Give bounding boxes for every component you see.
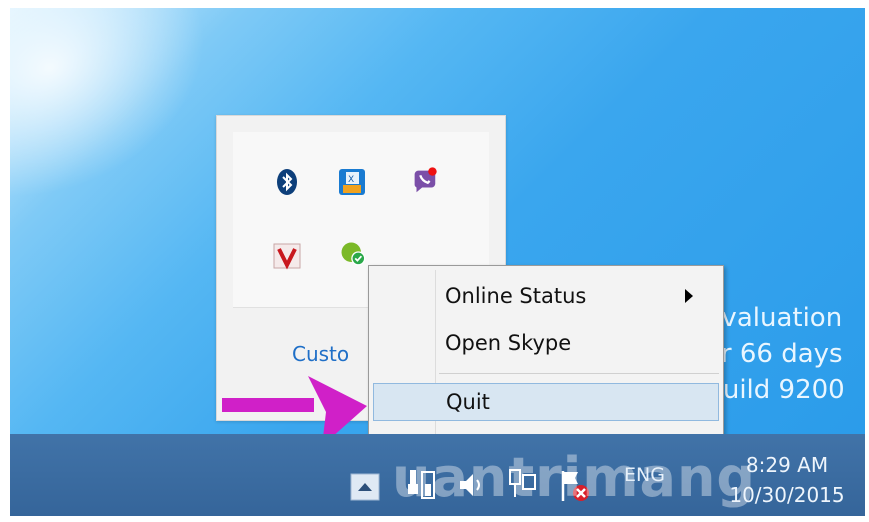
menu-item-label: Quit (446, 390, 490, 414)
svg-text:X: X (348, 175, 354, 185)
show-hidden-icons-button[interactable] (349, 472, 381, 502)
menu-item-label: Online Status (445, 284, 587, 308)
viber-icon[interactable] (409, 165, 439, 195)
antivirus-v-icon[interactable] (272, 241, 302, 271)
watermark-line-3: Build 9200 (705, 375, 845, 405)
taskbar-clock[interactable]: 8:29 AM 10/30/2015 (712, 450, 862, 510)
windows-evaluation-watermark: Evaluation or 66 days Build 9200 (703, 300, 863, 408)
input-language-indicator[interactable]: ENG (624, 464, 665, 486)
customize-link[interactable]: Custo (292, 342, 349, 366)
watermark-line-2: or 66 days (705, 339, 843, 369)
watermark-line-1: Evaluation (705, 303, 843, 333)
bluetooth-icon[interactable] (272, 167, 302, 197)
site-watermark: uantrimang (392, 446, 757, 509)
menu-item-open-skype[interactable]: Open Skype (373, 324, 719, 362)
menu-separator (439, 373, 719, 374)
menu-item-online-status[interactable]: Online Status (373, 277, 719, 315)
skype-icon[interactable] (338, 239, 368, 269)
wallpaper-glow (10, 8, 246, 245)
menu-item-label: Open Skype (445, 331, 572, 355)
clock-time: 8:29 AM (745, 453, 829, 477)
skype-context-menu: Online Status Open Skype Quit (368, 265, 724, 439)
clock-date: 10/30/2015 (729, 483, 845, 507)
submenu-arrow-icon (685, 289, 693, 303)
exchange-sync-icon[interactable]: X (337, 167, 367, 197)
menu-item-quit[interactable]: Quit (373, 383, 719, 421)
